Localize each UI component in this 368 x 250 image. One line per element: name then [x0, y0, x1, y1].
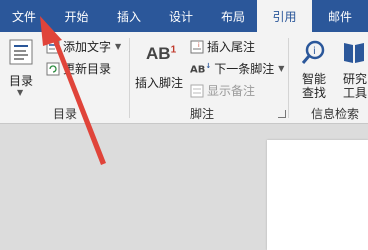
- tab-insert[interactable]: 插入: [105, 0, 153, 32]
- svg-text:i: i: [313, 46, 316, 57]
- researcher-button[interactable]: 研究 工具: [336, 36, 368, 100]
- researcher-label-line2: 工具: [343, 86, 368, 100]
- insert-footnote-button[interactable]: AB1 插入脚注: [134, 36, 184, 92]
- smart-lookup-button[interactable]: i 智能 查找: [293, 36, 333, 100]
- dialog-launcher-icon[interactable]: [278, 110, 286, 118]
- insert-footnote-label: 插入脚注: [135, 76, 184, 90]
- footnote-ab-icon: AB1: [146, 44, 177, 63]
- tab-mailings[interactable]: 邮件: [312, 0, 368, 32]
- document-page[interactable]: [267, 140, 368, 250]
- insert-endnote-label: 插入尾注: [207, 40, 256, 54]
- show-notes-icon: [190, 84, 204, 97]
- chevron-down-icon: ▼: [17, 88, 24, 97]
- toc-button-label: 目录: [9, 74, 34, 88]
- tab-references[interactable]: 引用: [257, 0, 312, 32]
- add-text-icon: [46, 40, 60, 53]
- group-divider: [129, 38, 130, 118]
- next-footnote-button[interactable]: AB↓ 下一条脚注 ▼: [190, 60, 284, 77]
- next-footnote-icon: AB↓: [190, 61, 212, 76]
- document-area: [0, 124, 368, 250]
- ribbon-panel: 目录 ▼ 添加文字 ▼ 更新目录 目录 AB1 插入脚注 i 插入尾注 AB↓ …: [0, 32, 368, 124]
- update-toc-label: 更新目录: [63, 62, 112, 76]
- researcher-book-icon: [344, 43, 364, 63]
- search-icon: i: [301, 40, 325, 64]
- researcher-label: 研究 工具: [343, 72, 367, 100]
- show-notes-button[interactable]: 显示备注: [190, 82, 255, 99]
- smart-lookup-label-line2: 查找: [302, 86, 327, 100]
- add-text-label: 添加文字: [63, 40, 112, 54]
- research-group-label: 信息检索: [311, 107, 360, 121]
- tab-file[interactable]: 文件: [0, 0, 48, 32]
- insert-endnote-button[interactable]: i 插入尾注: [190, 38, 255, 55]
- tab-home[interactable]: 开始: [48, 0, 105, 32]
- update-table-icon: [46, 62, 60, 75]
- next-footnote-label: 下一条脚注: [214, 62, 275, 76]
- tab-layout[interactable]: 布局: [209, 0, 257, 32]
- chevron-down-icon: ▼: [278, 64, 285, 73]
- researcher-label-line1: 研究: [343, 72, 368, 86]
- footnote-group-label: 脚注: [190, 107, 215, 121]
- smart-lookup-label: 智能 查找: [302, 72, 326, 100]
- update-toc-button[interactable]: 更新目录: [46, 60, 111, 77]
- show-notes-label: 显示备注: [207, 84, 256, 98]
- ribbon-tab-bar: 文件 开始 插入 设计 布局 引用 邮件: [0, 0, 368, 32]
- toc-icon: [9, 39, 33, 65]
- group-divider: [288, 38, 289, 118]
- endnote-icon: i: [190, 40, 204, 53]
- smart-lookup-label-line1: 智能: [302, 72, 327, 86]
- toc-button[interactable]: 目录 ▼: [4, 36, 38, 100]
- chevron-down-icon: ▼: [115, 42, 122, 51]
- toc-group-label: 目录: [53, 107, 78, 121]
- tab-design[interactable]: 设计: [153, 0, 209, 32]
- add-text-button[interactable]: 添加文字 ▼: [46, 38, 121, 55]
